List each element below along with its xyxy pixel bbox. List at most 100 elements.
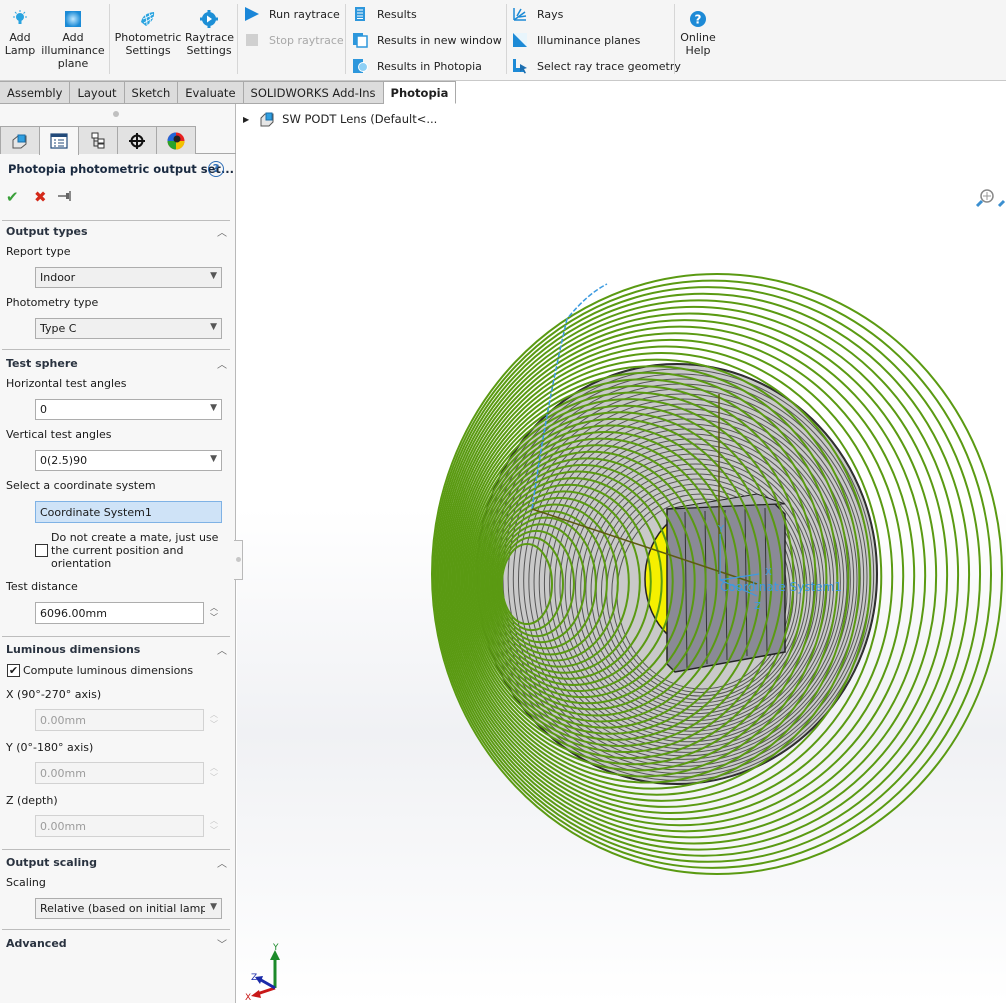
- compute-luminous-dimensions-label: Compute luminous dimensions: [23, 664, 194, 677]
- raytrace-gear-icon: [200, 10, 218, 28]
- panel-grip[interactable]: [113, 111, 119, 117]
- panel-title: Photopia photometric output set...: [8, 162, 235, 176]
- divider: [2, 636, 230, 637]
- display-manager-tab[interactable]: [156, 126, 196, 154]
- x-dimension-input[interactable]: 0.00mm: [35, 709, 204, 731]
- stop-raytrace-label: Stop raytrace: [269, 33, 344, 47]
- photometry-type-label: Photometry type: [6, 296, 99, 309]
- tab-sketch[interactable]: Sketch: [124, 81, 179, 104]
- scaling-value: Relative (based on initial lamp lu: [40, 902, 205, 915]
- help-icon: ?: [690, 11, 706, 27]
- horizontal-test-angles-combo[interactable]: 0 ▼: [35, 399, 222, 420]
- photometric-settings-label: Photometric Settings: [114, 31, 182, 57]
- output-scaling-header[interactable]: Output scaling: [6, 856, 97, 869]
- property-manager-tab[interactable]: [39, 126, 79, 155]
- run-raytrace-button[interactable]: Run raytrace: [244, 4, 340, 24]
- online-help-label: Online Help: [680, 31, 716, 57]
- tab-layout[interactable]: Layout: [70, 81, 125, 104]
- ribbon-separator: [674, 4, 675, 74]
- y-dimension-spinner[interactable]: ︿ ﹀: [207, 763, 221, 785]
- illuminance-plane-icon: [65, 11, 81, 27]
- vertical-test-angles-value: 0(2.5)90: [40, 454, 88, 467]
- pin-button[interactable]: [58, 188, 72, 206]
- test-distance-value: 6096.00mm: [40, 606, 107, 620]
- expand-chevron-down-icon[interactable]: ﹀: [217, 936, 227, 951]
- tab-assembly[interactable]: Assembly: [0, 81, 71, 104]
- command-manager-tabs: Assembly Layout Sketch Evaluate SOLIDWOR…: [0, 81, 457, 104]
- vertical-test-angles-label: Vertical test angles: [6, 428, 112, 441]
- tab-evaluate[interactable]: Evaluate: [178, 81, 244, 104]
- chevron-down-icon: ▼: [210, 902, 217, 912]
- online-help-button[interactable]: ? Online Help: [678, 10, 718, 57]
- y-axis-label: Y (0°-180° axis): [6, 741, 94, 754]
- test-distance-label: Test distance: [6, 580, 78, 593]
- results-button[interactable]: Results: [352, 4, 417, 24]
- ribbon-separator: [237, 4, 238, 74]
- add-illuminance-plane-label: Add illuminance plane: [41, 31, 105, 70]
- scaling-select[interactable]: Relative (based on initial lamp lu ▼: [35, 898, 222, 919]
- cancel-button[interactable]: ✖: [34, 188, 47, 206]
- divider: [2, 849, 230, 850]
- photometric-settings-button[interactable]: Photometric Settings: [114, 10, 182, 57]
- dimxpert-tab[interactable]: [117, 126, 157, 154]
- collapse-chevron-up-icon[interactable]: ︿: [217, 855, 227, 870]
- tab-photopia[interactable]: Photopia: [383, 81, 457, 104]
- results-photopia-button[interactable]: Results in Photopia: [352, 56, 482, 76]
- divider: [2, 929, 230, 930]
- ok-button[interactable]: ✔: [6, 188, 19, 206]
- stop-icon: [246, 34, 258, 46]
- collapse-chevron-up-icon[interactable]: ︿: [217, 356, 227, 371]
- test-sphere-header[interactable]: Test sphere: [6, 357, 78, 370]
- report-type-select[interactable]: Indoor ▼: [35, 267, 222, 288]
- results-document-icon: [355, 7, 365, 21]
- collapse-chevron-up-icon[interactable]: ︿: [217, 642, 227, 657]
- graphics-viewport[interactable]: ▶ SW PODT Lens (Default<... Coordinate S…: [237, 104, 1006, 1003]
- x-dimension-spinner[interactable]: ︿ ﹀: [207, 710, 221, 732]
- photometry-type-select[interactable]: Type C ▼: [35, 318, 222, 339]
- add-illuminance-plane-button[interactable]: Add illuminance plane: [41, 10, 105, 70]
- luminous-dimensions-header[interactable]: Luminous dimensions: [6, 643, 140, 656]
- y-dimension-value: 0.00mm: [40, 766, 86, 780]
- raytrace-settings-label: Raytrace Settings: [185, 31, 235, 57]
- illuminance-planes-button[interactable]: Illuminance planes: [512, 30, 640, 50]
- vertical-test-angles-combo[interactable]: 0(2.5)90 ▼: [35, 450, 222, 471]
- triad-z-label: Z: [251, 973, 257, 983]
- stop-raytrace-button[interactable]: Stop raytrace: [244, 30, 344, 50]
- add-lamp-button[interactable]: Add Lamp: [4, 10, 36, 57]
- ribbon-separator: [345, 4, 346, 74]
- divider: [2, 220, 230, 221]
- raytrace-settings-button[interactable]: Raytrace Settings: [185, 10, 235, 57]
- photometry-type-value: Type C: [40, 322, 77, 335]
- results-new-window-button[interactable]: Results in new window: [352, 30, 502, 50]
- coordinate-system-selection-box[interactable]: Coordinate System1: [35, 501, 222, 523]
- help-button[interactable]: ?: [208, 161, 224, 177]
- test-distance-spinner[interactable]: ︿ ﹀: [207, 603, 221, 625]
- x-dimension-value: 0.00mm: [40, 713, 86, 727]
- select-geometry-icon: [513, 59, 527, 74]
- output-types-header[interactable]: Output types: [6, 225, 88, 238]
- z-dimension-spinner[interactable]: ︿ ﹀: [207, 816, 221, 838]
- collapse-chevron-up-icon[interactable]: ︿: [217, 224, 227, 239]
- no-mate-checkbox[interactable]: [35, 544, 48, 557]
- rays-icon: [513, 8, 527, 21]
- z-dimension-input[interactable]: 0.00mm: [35, 815, 204, 837]
- advanced-header[interactable]: Advanced: [6, 937, 67, 950]
- select-ray-trace-geometry-button[interactable]: Select ray trace geometry: [512, 56, 681, 76]
- crosshair-icon: [129, 132, 145, 149]
- ribbon-toolbar: Add Lamp Add illuminance plane Photometr…: [0, 0, 1006, 81]
- compute-luminous-dimensions-checkbox[interactable]: ✔: [7, 664, 20, 677]
- display-color-ball-icon: [167, 132, 185, 149]
- y-dimension-input[interactable]: 0.00mm: [35, 762, 204, 784]
- chevron-down-icon: ▼: [210, 322, 217, 332]
- z-dimension-value: 0.00mm: [40, 819, 86, 833]
- rays-button[interactable]: Rays: [512, 4, 563, 24]
- scaling-label: Scaling: [6, 876, 46, 889]
- lamp-icon: [13, 10, 27, 24]
- rays-label: Rays: [537, 7, 564, 21]
- play-icon: [245, 7, 259, 21]
- tab-solidworks-add-ins[interactable]: SOLIDWORKS Add-Ins: [243, 81, 384, 104]
- feature-manager-tab[interactable]: [0, 126, 40, 154]
- panel-splitter[interactable]: [234, 540, 243, 580]
- test-distance-input[interactable]: 6096.00mm: [35, 602, 204, 624]
- configuration-manager-tab[interactable]: [78, 126, 118, 154]
